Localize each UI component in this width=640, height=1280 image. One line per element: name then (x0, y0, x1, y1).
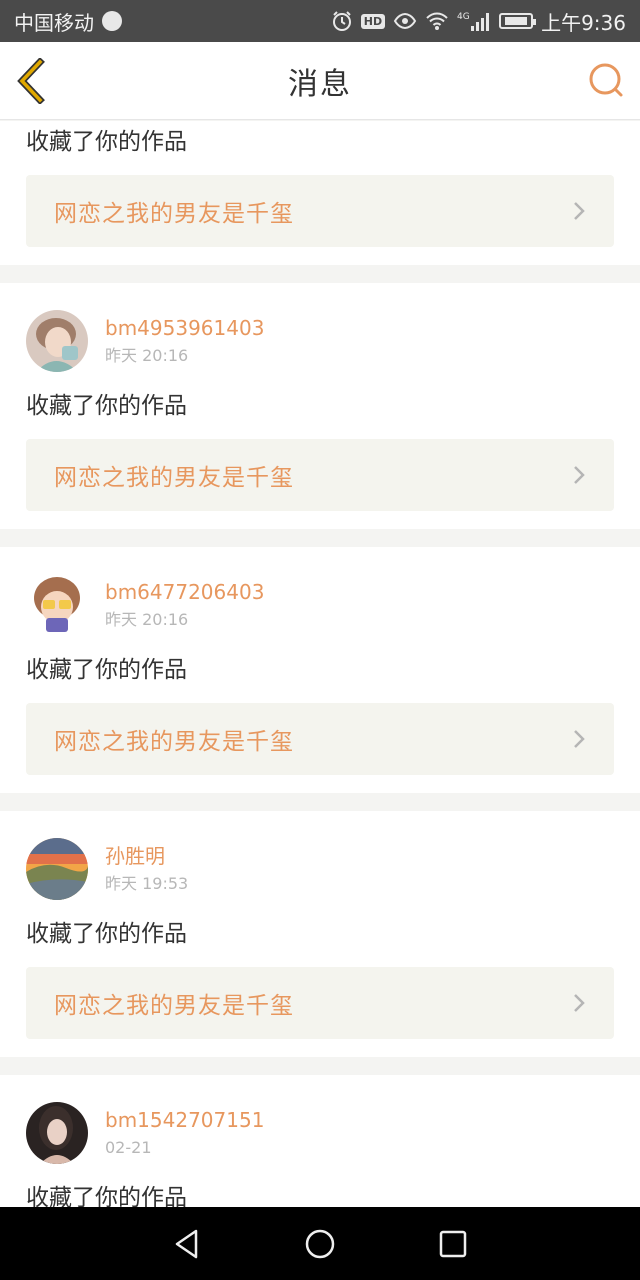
action-text: 收藏了你的作品 (26, 129, 187, 155)
avatar-landscape-sunset (26, 838, 88, 900)
user-row: bm1542707151 02-21 (26, 1102, 614, 1164)
timestamp: 昨天 19:53 (105, 874, 189, 893)
notification-card: 孙胜明 昨天 19:53 收藏了你的作品 网恋之我的男友是千玺 (0, 811, 640, 1057)
avatar[interactable] (26, 1102, 88, 1164)
status-bar: 中国移动 HD 4G 上午9:36 (0, 0, 640, 42)
search-icon (589, 63, 623, 97)
home-circle-icon (305, 1229, 335, 1258)
message-feed[interactable]: 收藏了你的作品 网恋之我的男友是千玺 bm4953961403 昨天 20:16 (0, 121, 640, 1207)
carrier-name: 中国移动 (14, 10, 94, 35)
notification-card: bm1542707151 02-21 收藏了你的作品 (0, 1075, 640, 1207)
action-text: 收藏了你的作品 (26, 1185, 187, 1207)
back-chevron-icon (17, 57, 45, 105)
username[interactable]: bm4953961403 (105, 315, 264, 341)
wifi-icon (425, 11, 449, 31)
signal-icon: 4G (457, 10, 491, 32)
avatar[interactable] (26, 838, 88, 900)
recents-square-icon (440, 1230, 467, 1257)
nav-back-button[interactable] (167, 1224, 207, 1264)
chevron-right-icon (574, 994, 585, 1012)
action-text: 收藏了你的作品 (26, 657, 187, 683)
avatar-cartoon-boy (26, 574, 88, 636)
system-nav-bar (0, 1207, 640, 1280)
work-title: 网恋之我的男友是千玺 (54, 465, 294, 491)
avatar-photo-girl (26, 310, 88, 372)
status-right: HD 4G 上午9:36 (331, 7, 626, 36)
nav-home-button[interactable] (300, 1224, 340, 1264)
user-meta: bm6477206403 昨天 20:16 (105, 579, 264, 631)
username[interactable]: 孙胜明 (105, 843, 188, 869)
search-button[interactable] (586, 60, 626, 100)
timestamp: 昨天 20:16 (105, 610, 189, 629)
alarm-icon (331, 10, 353, 32)
status-time: 上午9:36 (541, 10, 626, 35)
back-triangle-icon (175, 1229, 197, 1258)
user-row: 孙胜明 昨天 19:53 (26, 838, 614, 900)
work-link[interactable]: 网恋之我的男友是千玺 (26, 967, 614, 1039)
timestamp: 02-21 (105, 1138, 152, 1157)
status-left: 中国移动 (14, 7, 122, 36)
work-title: 网恋之我的男友是千玺 (54, 729, 294, 755)
chevron-right-icon (574, 466, 585, 484)
avatar[interactable] (26, 310, 88, 372)
app-header: 消息 (0, 42, 640, 120)
user-meta: 孙胜明 昨天 19:53 (105, 843, 188, 895)
notification-card: bm6477206403 昨天 20:16 收藏了你的作品 网恋之我的男友是千玺 (0, 547, 640, 793)
page-title: 消息 (288, 66, 352, 102)
username[interactable]: bm6477206403 (105, 579, 264, 605)
hd-icon: HD (360, 13, 386, 29)
timestamp: 昨天 20:16 (105, 346, 189, 365)
avatar-photo-woman (26, 1102, 88, 1164)
notification-card: bm4953961403 昨天 20:16 收藏了你的作品 网恋之我的男友是千玺 (0, 283, 640, 529)
chevron-right-icon (574, 202, 585, 220)
globe-icon (102, 11, 122, 31)
eye-icon (393, 12, 417, 30)
username[interactable]: bm1542707151 (105, 1107, 264, 1133)
work-link[interactable]: 网恋之我的男友是千玺 (26, 439, 614, 511)
back-button[interactable] (14, 57, 54, 105)
battery-icon (499, 13, 537, 29)
user-meta: bm4953961403 昨天 20:16 (105, 315, 264, 367)
chevron-right-icon (574, 730, 585, 748)
action-text: 收藏了你的作品 (26, 393, 187, 419)
work-link[interactable]: 网恋之我的男友是千玺 (26, 703, 614, 775)
network-type-label: 4G (457, 12, 470, 22)
avatar[interactable] (26, 574, 88, 636)
work-title: 网恋之我的男友是千玺 (54, 993, 294, 1019)
notification-card: 收藏了你的作品 网恋之我的男友是千玺 (0, 121, 640, 265)
work-link[interactable]: 网恋之我的男友是千玺 (26, 175, 614, 247)
user-meta: bm1542707151 02-21 (105, 1107, 264, 1159)
user-row: bm4953961403 昨天 20:16 (26, 310, 614, 372)
battery-level (505, 17, 528, 25)
nav-recents-button[interactable] (433, 1224, 473, 1264)
action-text: 收藏了你的作品 (26, 921, 187, 947)
user-row: bm6477206403 昨天 20:16 (26, 574, 614, 636)
work-title: 网恋之我的男友是千玺 (54, 201, 294, 227)
